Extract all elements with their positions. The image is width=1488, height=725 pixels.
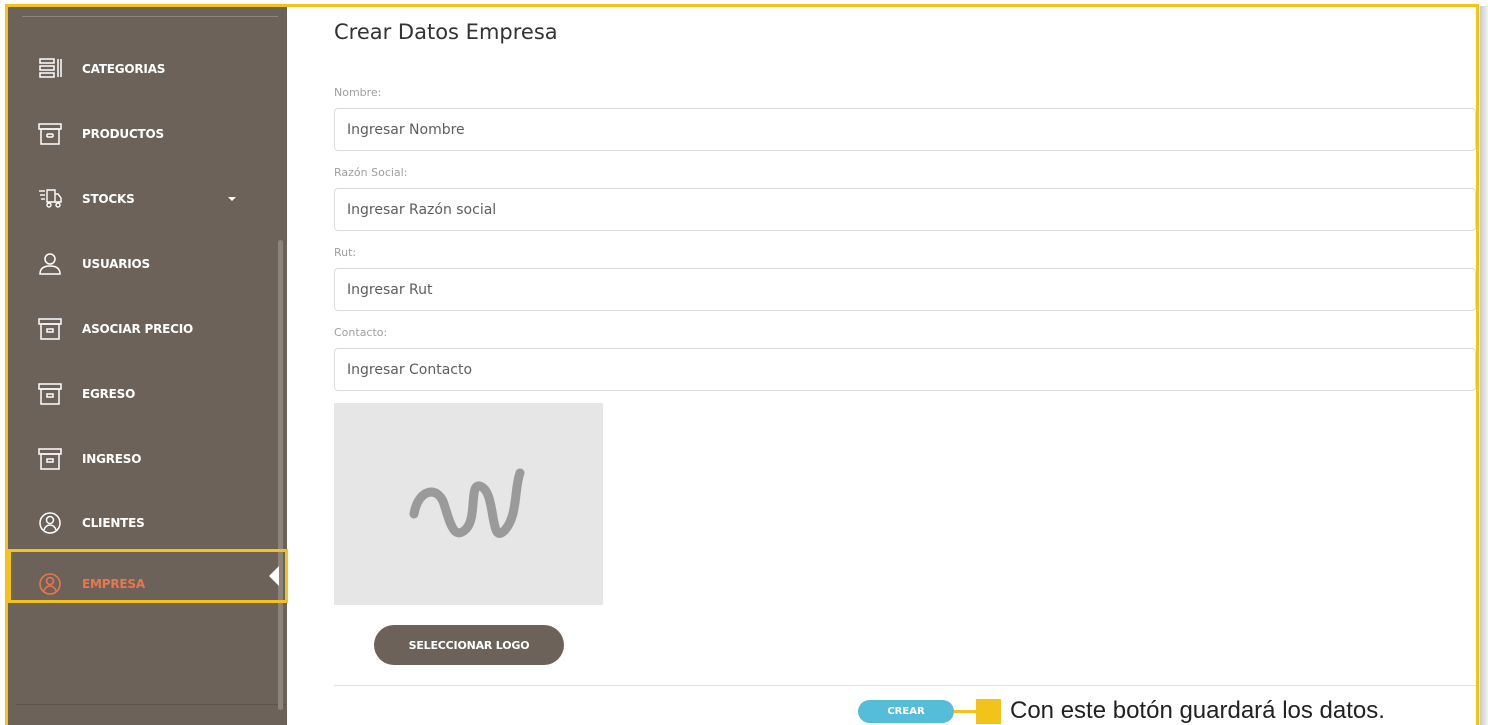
sidebar-item-stocks[interactable]: STOCKS — [8, 175, 278, 223]
user-icon — [37, 251, 63, 277]
sidebar-item-label: ASOCIAR PRECIO — [82, 322, 194, 336]
archive-icon — [37, 316, 63, 342]
sidebar-item-label: CATEGORIAS — [82, 62, 166, 76]
rut-input[interactable] — [334, 268, 1476, 311]
sidebar-item-label: PRODUCTOS — [82, 127, 164, 141]
page-title: Crear Datos Empresa — [334, 20, 558, 44]
nombre-label: Nombre: — [334, 86, 382, 99]
sidebar-item-egreso[interactable]: EGRESO — [8, 370, 278, 418]
sidebar-item-productos[interactable]: PRODUCTOS — [8, 110, 278, 158]
logo-preview — [334, 403, 603, 605]
archive-icon — [37, 121, 63, 147]
contacto-label: Contacto: — [334, 326, 388, 339]
active-item-highlight — [8, 549, 288, 603]
active-item-pointer — [269, 566, 279, 586]
razon-social-input[interactable] — [334, 188, 1476, 231]
callout-text: Con este botón guardará los datos. — [1010, 697, 1385, 724]
archive-icon — [37, 446, 63, 472]
sidebar-item-label: CLIENTES — [82, 516, 145, 530]
sidebar-item-label: STOCKS — [82, 192, 135, 206]
contacto-input[interactable] — [334, 348, 1476, 391]
sidebar-item-label: USUARIOS — [82, 257, 150, 271]
user-circle-icon — [37, 510, 63, 536]
sidebar-item-categorias[interactable]: CATEGORIAS — [8, 45, 278, 93]
sidebar-scrollbar[interactable] — [278, 240, 283, 710]
create-button[interactable]: CREAR — [858, 700, 954, 723]
truck-icon — [37, 186, 63, 212]
form-divider — [334, 685, 1476, 686]
rut-label: Rut: — [334, 246, 357, 259]
sidebar-item-clientes[interactable]: CLIENTES — [8, 499, 278, 547]
sidebar: CATEGORIAS PRODUCTOS STOCKS USUARIOS ASO… — [8, 7, 287, 725]
nombre-input[interactable] — [334, 108, 1476, 151]
archive-icon — [37, 381, 63, 407]
sidebar-item-label: INGRESO — [82, 452, 142, 466]
sidebar-item-usuarios[interactable]: USUARIOS — [8, 240, 278, 288]
callout-marker — [976, 699, 1001, 724]
sidebar-item-label: EGRESO — [82, 387, 136, 401]
sidebar-divider — [16, 704, 286, 705]
sidebar-divider — [22, 16, 278, 17]
chevron-down-icon[interactable] — [228, 197, 236, 201]
select-logo-button[interactable]: SELECCIONAR LOGO — [374, 625, 564, 665]
list-icon — [37, 56, 63, 82]
sidebar-item-asociar-precio[interactable]: ASOCIAR PRECIO — [8, 305, 278, 353]
squiggle-logo-icon — [409, 468, 524, 538]
callout-connector — [954, 710, 976, 713]
window-shadow — [1480, 6, 1488, 725]
sidebar-item-ingreso[interactable]: INGRESO — [8, 435, 278, 483]
razon-social-label: Razón Social: — [334, 166, 408, 179]
